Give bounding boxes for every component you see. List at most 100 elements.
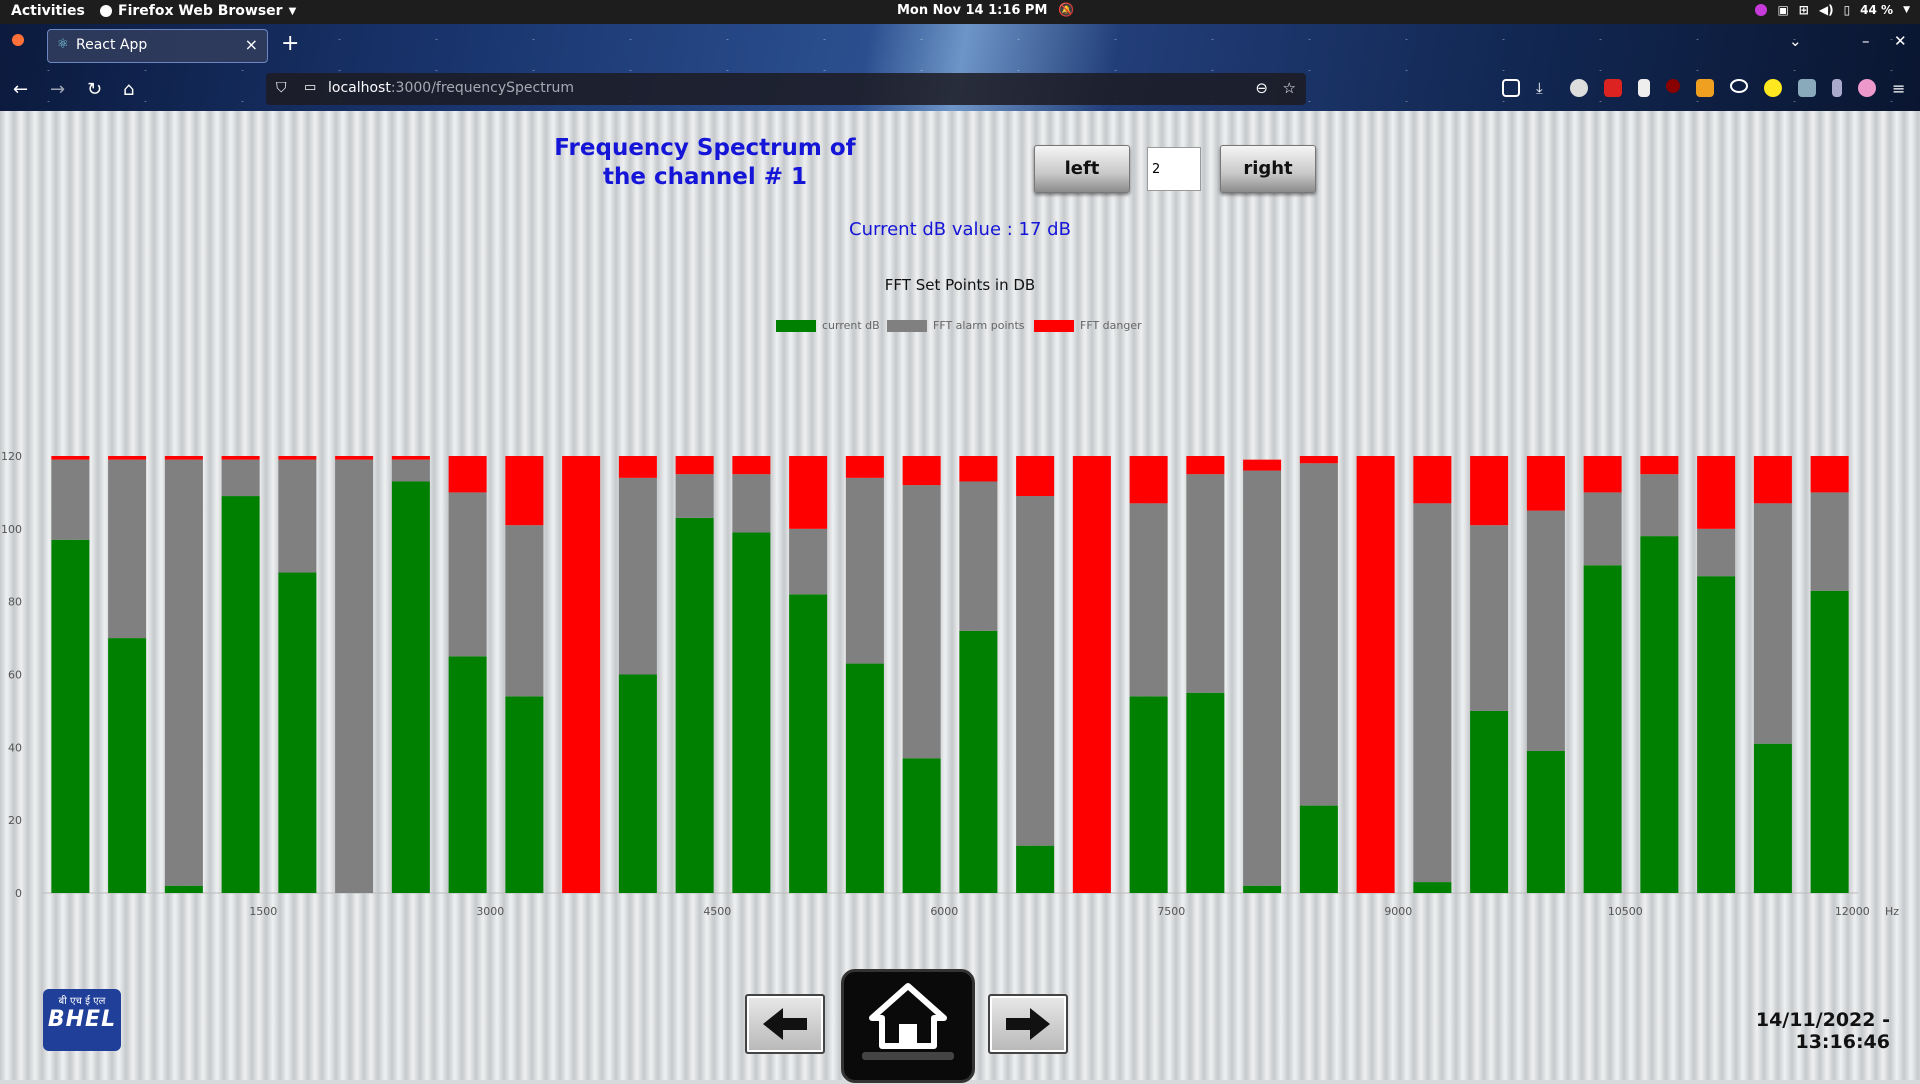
extension-icon-3[interactable] [1638, 79, 1650, 97]
bar-danger [1526, 456, 1565, 511]
bar-danger [1470, 456, 1509, 526]
bar-danger [164, 456, 203, 460]
bar-danger [732, 456, 771, 475]
y-tick-label: 0 [15, 887, 22, 900]
x-tick-label: 1500 [249, 905, 277, 918]
download-icon[interactable]: ⤓ [1536, 79, 1554, 97]
app-menu[interactable]: Firefox Web Browser ▼ [100, 3, 296, 19]
bar-alarm-points [448, 492, 487, 657]
home-button[interactable] [841, 969, 975, 1083]
tab-list-chevron-icon[interactable]: ⌄ [1789, 32, 1802, 50]
bar-alarm-points [732, 474, 771, 533]
bar-current-db [959, 630, 998, 893]
left-button[interactable]: left [1034, 145, 1130, 193]
menu-icon[interactable]: ≡ [1892, 79, 1910, 98]
tab-title: React App [76, 37, 148, 53]
bar-danger [1583, 456, 1622, 493]
channel-input[interactable] [1147, 147, 1201, 191]
x-unit-label: Hz [1885, 905, 1899, 918]
react-icon: ⚛ [57, 37, 69, 52]
extension-icon-9[interactable] [1858, 79, 1876, 97]
bar-alarm-points [789, 528, 828, 595]
y-tick-label: 60 [8, 669, 22, 682]
bar-current-db [1299, 805, 1338, 893]
bar-danger [391, 456, 430, 460]
bar-current-db [1016, 845, 1055, 893]
x-tick-label: 10500 [1608, 905, 1643, 918]
extension-icon-5[interactable] [1730, 79, 1748, 93]
back-icon[interactable]: ← [13, 79, 28, 100]
pocket-icon[interactable] [1502, 79, 1520, 97]
bar-current-db [1526, 750, 1565, 893]
right-button[interactable]: right [1220, 145, 1316, 193]
bar-current-db [1753, 743, 1792, 893]
logo-text: BHEL [47, 1007, 117, 1032]
bar-current-db [789, 594, 828, 893]
new-tab-icon[interactable]: + [281, 31, 299, 56]
previous-page-button[interactable] [745, 994, 825, 1054]
ublock-icon[interactable] [1666, 79, 1680, 93]
bar-alarm-points [675, 474, 714, 518]
bar-danger [1356, 456, 1395, 893]
bar-alarm-points [278, 459, 317, 573]
reload-icon[interactable]: ↻ [87, 79, 102, 100]
extension-icon-8[interactable] [1832, 79, 1842, 97]
x-tick-label: 4500 [703, 905, 731, 918]
app-menu-label: Firefox Web Browser [118, 3, 283, 19]
datetime-display: 14/11/2022 - 13:16:46 [1755, 1009, 1890, 1053]
forward-icon[interactable]: → [50, 79, 65, 100]
extension-icon-1[interactable] [1570, 79, 1588, 97]
system-top-bar: Activities Firefox Web Browser ▼ Mon Nov… [0, 0, 1920, 24]
bar-danger [1186, 456, 1225, 475]
minimize-icon[interactable]: – [1862, 32, 1870, 50]
url-bar[interactable]: ⛉ ▭ localhost:3000/frequencySpectrum ⊖ ☆ [266, 73, 1306, 105]
bar-danger [505, 456, 544, 526]
y-tick-label: 100 [1, 523, 22, 536]
current-db-value: Current dB value : 17 dB [849, 219, 1071, 240]
bar-danger [51, 456, 90, 460]
bar-alarm-points [1129, 503, 1168, 697]
x-tick-label: 3000 [476, 905, 504, 918]
extension-icon-7[interactable] [1798, 79, 1816, 97]
bar-alarm-points [1470, 525, 1509, 711]
url-host: localhost [328, 80, 391, 96]
network-icon: ⊞ [1798, 3, 1809, 17]
bar-current-db [1413, 882, 1452, 893]
activities-button[interactable]: Activities [11, 3, 85, 19]
bar-danger [108, 456, 147, 460]
color-picker-icon [1755, 4, 1768, 16]
home-icon[interactable]: ⌂ [123, 79, 134, 100]
bar-danger [1413, 456, 1452, 504]
bar-danger [959, 456, 998, 482]
close-window-icon[interactable]: ✕ [1894, 32, 1907, 50]
browser-tab[interactable]: ⚛ React App × [47, 29, 268, 63]
bar-alarm-points [1753, 503, 1792, 744]
bar-current-db [51, 539, 90, 893]
system-clock[interactable]: Mon Nov 14 1:16 PM 🔕 [897, 3, 1074, 18]
url-text[interactable]: localhost:3000/frequencySpectrum [328, 80, 574, 96]
house-icon [862, 983, 954, 1060]
chart-title: FFT Set Points in DB [884, 276, 1036, 294]
extension-icon-2[interactable] [1604, 79, 1622, 97]
next-page-button[interactable] [988, 994, 1068, 1054]
bar-alarm-points [1583, 492, 1622, 566]
volume-icon: ◀) [1818, 3, 1834, 17]
bar-alarm-points [1016, 496, 1055, 846]
bar-alarm-points [108, 459, 147, 639]
bar-current-db [1640, 536, 1679, 893]
shield-icon[interactable]: ⛉ [276, 80, 287, 96]
bar-alarm-points [51, 459, 90, 540]
extension-icon-6[interactable] [1764, 79, 1782, 97]
system-tray[interactable]: ▣ ⊞ ◀) ▯ 44 % ▼ [1755, 3, 1910, 17]
firefox-menu-icon[interactable] [12, 32, 24, 50]
close-icon[interactable]: × [245, 35, 258, 54]
bar-current-db [618, 674, 657, 893]
bar-current-db [448, 656, 487, 893]
bookmark-star-icon[interactable]: ☆ [1283, 79, 1296, 97]
bar-danger [1810, 456, 1849, 493]
bar-current-db [732, 532, 771, 893]
extension-icon-4[interactable] [1696, 79, 1714, 97]
reader-view-icon[interactable]: ⊖ [1255, 79, 1268, 97]
bar-current-db [845, 663, 884, 893]
bar-alarm-points [618, 477, 657, 675]
